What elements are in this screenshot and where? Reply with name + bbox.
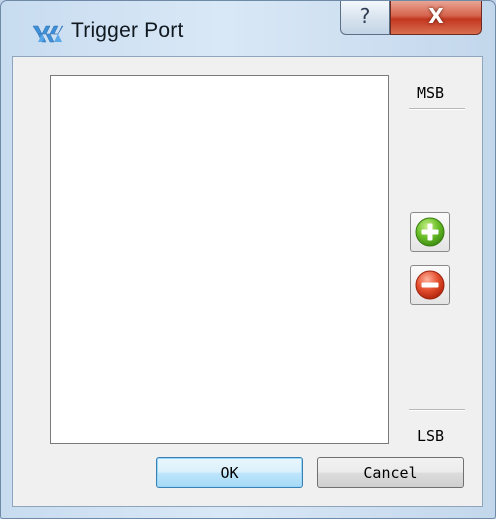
help-button[interactable]: ?: [340, 1, 390, 35]
help-icon: ?: [359, 4, 371, 28]
add-button[interactable]: [410, 212, 450, 252]
lsb-divider: [409, 409, 465, 411]
cancel-button[interactable]: Cancel: [317, 457, 464, 488]
close-button[interactable]: X: [390, 1, 482, 35]
msb-label: MSB: [417, 84, 445, 102]
port-list[interactable]: [50, 75, 389, 444]
minus-circle-icon: [415, 270, 445, 300]
window-title: Trigger Port: [71, 19, 184, 42]
lsb-label: LSB: [417, 427, 445, 445]
title-bar[interactable]: Trigger Port ? X: [1, 1, 495, 63]
close-icon: X: [428, 4, 444, 28]
remove-button[interactable]: [410, 265, 450, 305]
trigger-port-dialog: Trigger Port ? X MSB LSB OK Cancel: [0, 0, 496, 519]
trigger-logo-icon: [32, 25, 64, 43]
ok-button[interactable]: OK: [156, 457, 303, 488]
dialog-body: MSB LSB OK Cancel: [12, 56, 483, 507]
msb-divider: [409, 108, 465, 110]
plus-circle-icon: [415, 217, 445, 247]
